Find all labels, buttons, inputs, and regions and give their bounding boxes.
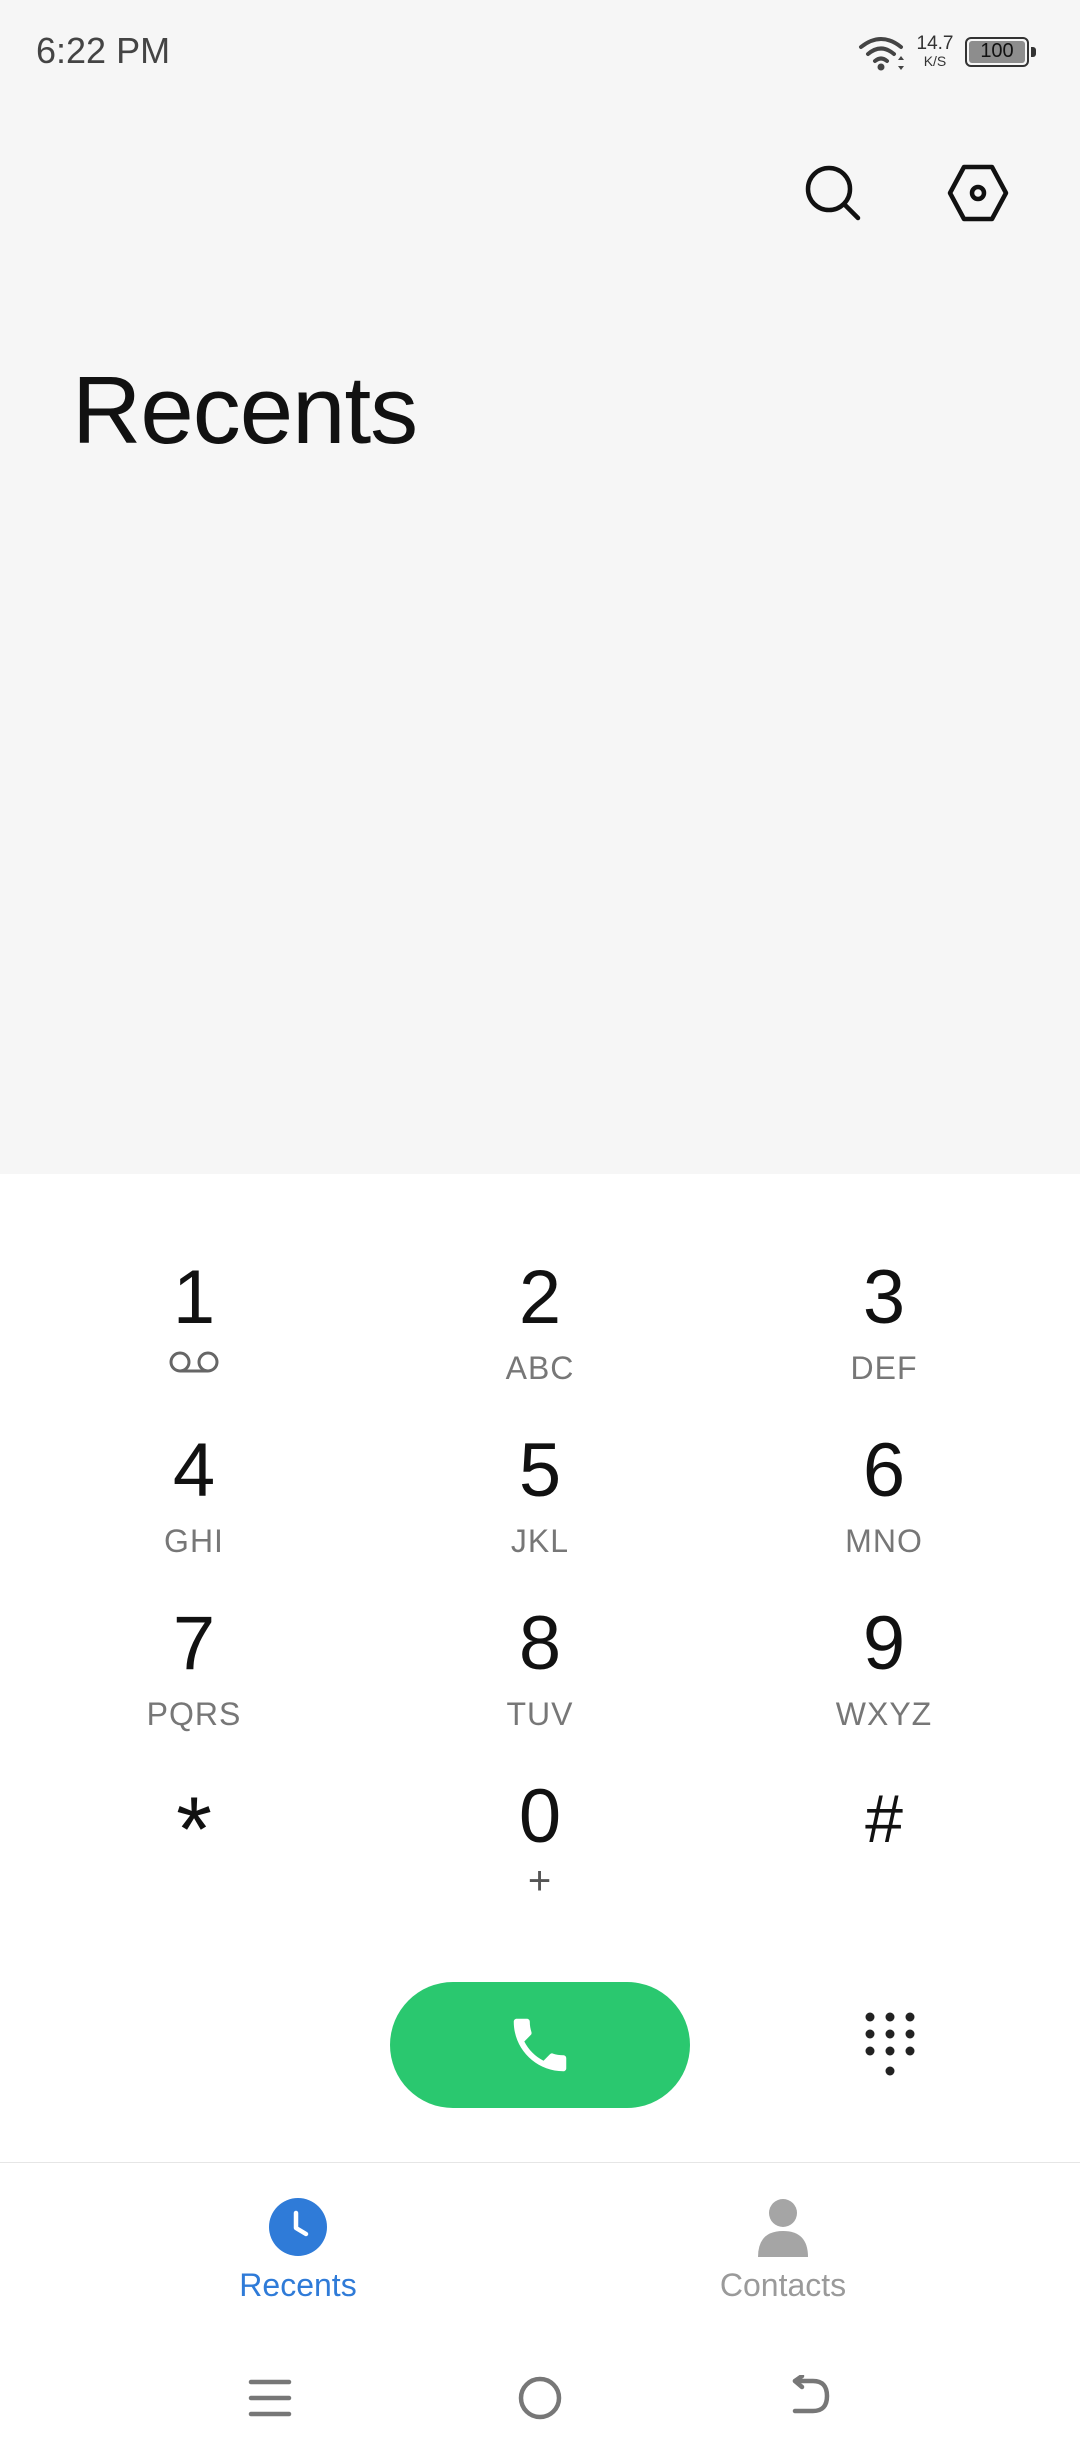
person-icon <box>758 2199 808 2257</box>
dial-key-digit: 4 <box>172 1428 216 1513</box>
dialpad-icon <box>865 2012 915 2076</box>
phone-icon <box>513 2018 567 2072</box>
dial-key-letters: PQRS <box>146 1696 242 1732</box>
dial-key-letters: TUV <box>506 1696 574 1732</box>
dial-key-letters: WXYZ <box>835 1696 933 1732</box>
menu-icon <box>248 2379 292 2417</box>
dial-key-letters: GHI <box>164 1523 224 1559</box>
call-button[interactable] <box>390 1982 690 2108</box>
network-speed: 14.7 K/S <box>915 34 955 68</box>
dial-key-letters: ABC <box>505 1350 575 1386</box>
home-icon <box>518 2376 562 2420</box>
status-time: 6:22 PM <box>36 30 171 71</box>
dial-key-6[interactable]: 6 MNO <box>734 1427 1034 1587</box>
network-speed-unit: K/S <box>923 53 947 69</box>
dial-key-star[interactable]: * <box>44 1780 344 1940</box>
tab-recents[interactable]: Recents <box>148 2197 448 2304</box>
battery-nub <box>1031 47 1036 57</box>
dial-key-letters: + <box>527 1859 553 1903</box>
recent-apps-button[interactable] <box>235 2368 305 2428</box>
dial-key-digit: 6 <box>862 1428 906 1513</box>
clock-icon <box>269 2198 327 2256</box>
voicemail-icon <box>169 1351 219 1373</box>
dial-key-letters: DEF <box>850 1350 918 1386</box>
dial-key-digit: 0 <box>518 1774 562 1859</box>
dial-key-9[interactable]: 9 WXYZ <box>734 1600 1034 1760</box>
bottom-tab-bar: Recents Contacts <box>0 2162 1080 2343</box>
tab-label: Contacts <box>719 2267 847 2303</box>
page-title: Recents <box>72 357 418 465</box>
dial-key-digit: # <box>865 1781 903 1857</box>
dial-key-3[interactable]: 3 DEF <box>734 1254 1034 1414</box>
network-speed-value: 14.7 <box>916 33 954 54</box>
wifi-icon <box>859 37 904 71</box>
dial-key-hash[interactable]: # <box>734 1773 1034 1933</box>
dial-key-letters: JKL <box>510 1523 570 1559</box>
battery-icon: 100 <box>965 37 1036 67</box>
dialpad-toggle-button[interactable] <box>850 2000 930 2090</box>
back-button[interactable] <box>775 2368 845 2428</box>
back-icon <box>792 2375 830 2414</box>
tab-contacts[interactable]: Contacts <box>633 2197 933 2304</box>
home-button[interactable] <box>505 2368 575 2428</box>
dial-key-letters: MNO <box>845 1523 923 1559</box>
system-nav-bar <box>0 2342 1080 2460</box>
dial-key-digit: 2 <box>518 1255 562 1340</box>
dial-key-5[interactable]: 5 JKL <box>390 1427 690 1587</box>
dial-key-digit: 9 <box>862 1601 906 1686</box>
dial-key-0[interactable]: 0 + <box>390 1773 690 1933</box>
dial-key-digit: 7 <box>172 1601 216 1686</box>
dial-key-2[interactable]: 2 ABC <box>390 1254 690 1414</box>
dial-key-digit: 3 <box>862 1255 906 1340</box>
dial-key-digit: 8 <box>518 1601 562 1686</box>
search-button[interactable] <box>798 158 868 228</box>
dial-key-digit: 5 <box>518 1428 562 1513</box>
tab-label: Recents <box>239 2267 357 2303</box>
dial-key-1[interactable]: 1 <box>44 1254 344 1414</box>
status-bar: 6:22 PM 14.7 K/S 100 <box>0 0 1080 110</box>
dial-key-digit: * <box>176 1779 212 1881</box>
dial-key-8[interactable]: 8 TUV <box>390 1600 690 1760</box>
dial-key-7[interactable]: 7 PQRS <box>44 1600 344 1760</box>
dial-key-4[interactable]: 4 GHI <box>44 1427 344 1587</box>
settings-button[interactable] <box>943 158 1013 228</box>
dial-key-digit: 1 <box>172 1255 216 1340</box>
settings-icon <box>947 164 1009 222</box>
search-icon <box>805 165 861 221</box>
battery-level: 100 <box>969 41 1025 63</box>
